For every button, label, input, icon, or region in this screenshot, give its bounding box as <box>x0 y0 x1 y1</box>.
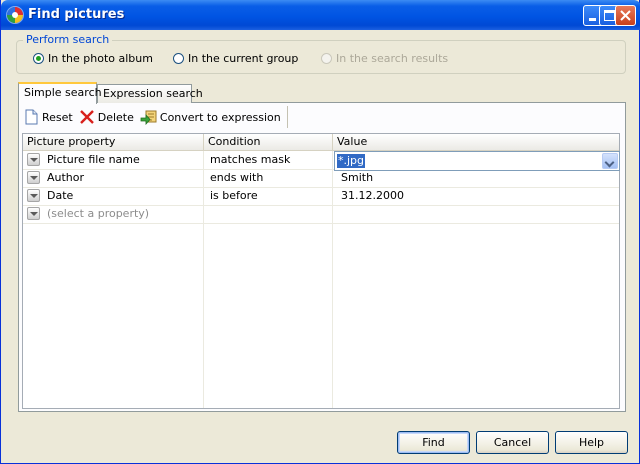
new-row[interactable]: (select a property) <box>23 205 619 224</box>
delete-icon <box>79 110 94 124</box>
value-edit-combobox[interactable]: *.jpg <box>334 151 620 171</box>
column-header-condition[interactable]: Condition <box>204 134 333 150</box>
find-pictures-window: Find pictures Perform search In the phot… <box>0 0 640 464</box>
help-button[interactable]: Help <box>555 431 628 454</box>
radio-search-results: In the search results <box>321 51 448 65</box>
value-edit-text[interactable]: *.jpg <box>337 154 366 168</box>
table-row[interactable]: Author ends with Smith <box>23 169 619 188</box>
convert-icon <box>140 110 157 125</box>
property-text: Picture file name <box>47 153 140 166</box>
property-text: Author <box>47 171 85 184</box>
close-icon <box>620 10 631 21</box>
reset-label: Reset <box>42 110 73 124</box>
app-icon <box>7 7 23 23</box>
tab-expression-search[interactable]: Expression search <box>97 84 203 103</box>
value-cell[interactable]: Smith <box>333 169 619 187</box>
new-value-cell[interactable] <box>333 205 619 223</box>
conditions-grid: Picture property Condition Value Picture… <box>22 133 620 409</box>
property-dropdown-icon[interactable] <box>27 153 40 166</box>
property-dropdown-icon[interactable] <box>27 189 40 202</box>
delete-label: Delete <box>97 110 134 124</box>
radio-disabled-icon <box>321 52 332 64</box>
column-header-property[interactable]: Picture property <box>23 134 204 150</box>
radio-selected-icon <box>33 52 44 64</box>
property-cell[interactable]: Picture file name <box>23 151 204 169</box>
property-cell[interactable]: Date <box>23 187 204 205</box>
radio-photo-album-label: In the photo album <box>48 51 153 65</box>
perform-search-legend: Perform search <box>23 33 113 46</box>
cancel-button[interactable]: Cancel <box>476 431 549 454</box>
column-divider <box>332 223 333 408</box>
tab-simple-search[interactable]: Simple search <box>18 82 102 104</box>
radio-current-group-label: In the current group <box>188 51 299 65</box>
condition-cell[interactable]: ends with <box>204 169 333 187</box>
property-dropdown-icon[interactable] <box>27 207 40 220</box>
delete-button[interactable]: Delete <box>76 107 137 127</box>
title-bar[interactable]: Find pictures <box>1 0 640 30</box>
property-cell[interactable]: Author <box>23 169 204 187</box>
value-cell[interactable]: 31.12.2000 <box>333 187 619 205</box>
convert-to-expression-button[interactable]: Convert to expression <box>137 107 284 127</box>
toolbar-separator <box>286 106 288 128</box>
reset-button[interactable]: Reset <box>21 107 76 127</box>
radio-search-results-label: In the search results <box>336 51 449 65</box>
find-button[interactable]: Find <box>397 431 470 454</box>
property-dropdown-icon[interactable] <box>27 171 40 184</box>
window-title: Find pictures <box>28 7 125 22</box>
radio-current-group[interactable]: In the current group <box>173 51 298 65</box>
condition-cell[interactable]: is before <box>204 187 333 205</box>
toolbar: Reset Delete Convert to expression <box>21 106 288 128</box>
radio-photo-album[interactable]: In the photo album <box>33 51 153 65</box>
condition-cell[interactable]: matches mask <box>204 151 333 169</box>
close-button[interactable] <box>615 5 636 26</box>
grid-header: Picture property Condition Value <box>23 134 619 151</box>
table-row[interactable]: Date is before 31.12.2000 <box>23 187 619 206</box>
new-row-placeholder: (select a property) <box>47 207 150 220</box>
chevron-down-icon[interactable] <box>602 153 618 169</box>
convert-label: Convert to expression <box>159 110 281 124</box>
new-condition-cell[interactable] <box>204 205 333 223</box>
property-text: Date <box>47 189 74 202</box>
new-document-icon <box>25 109 38 125</box>
column-divider <box>203 223 204 408</box>
new-property-cell[interactable]: (select a property) <box>23 205 204 223</box>
column-header-value[interactable]: Value <box>333 134 620 150</box>
radio-unselected-icon <box>173 52 184 64</box>
